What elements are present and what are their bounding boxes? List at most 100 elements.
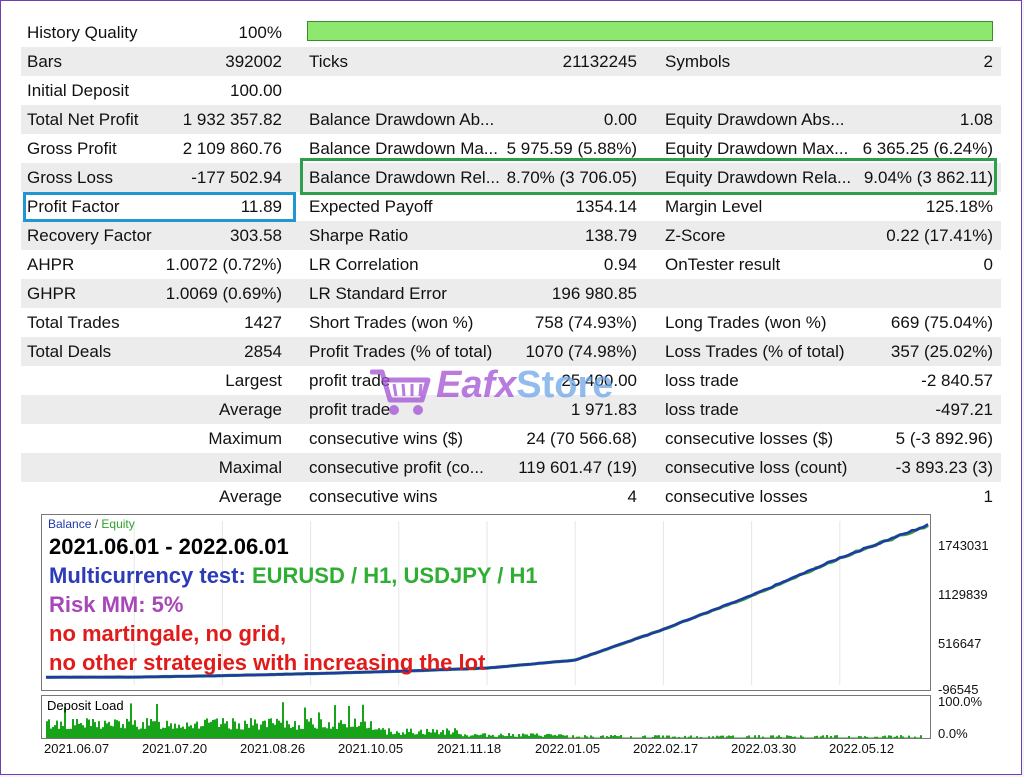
report-cell-c2: 392002 (225, 52, 282, 71)
deposit-load-bar (630, 736, 632, 738)
deposit-load-bar (872, 737, 874, 738)
deposit-load-bar (512, 734, 514, 738)
deposit-load-bar (734, 737, 736, 738)
deposit-load-bar (688, 736, 690, 738)
deposit-load-bar (456, 730, 458, 738)
deposit-load-bar (718, 736, 720, 738)
deposit-load-bar (700, 736, 702, 738)
deposit-y-tick-label: 0.0% (938, 726, 968, 741)
deposit-load-bar (614, 735, 616, 738)
deposit-load-bar (918, 737, 920, 738)
deposit-load-bar (208, 722, 210, 738)
report-cell-c6: 1.08 (959, 110, 993, 129)
deposit-load-bar (676, 737, 678, 738)
deposit-load-bar (624, 737, 626, 738)
deposit-load-bar (108, 721, 110, 738)
deposit-load-bar (844, 737, 846, 738)
deposit-load-bar (758, 735, 760, 738)
deposit-load-bar (200, 726, 202, 738)
balance-equity-chart: Balance / Equity 2021.06.01 - 2022.06.01… (41, 514, 931, 691)
deposit-load-bar (506, 736, 508, 738)
deposit-load-bar (82, 725, 84, 738)
deposit-load-bar (808, 737, 810, 738)
deposit-load-bar (802, 736, 804, 738)
deposit-load-bar (426, 728, 428, 738)
report-row: Total Net Profit 1 932 357.82 Balance Draw… (21, 105, 1001, 134)
deposit-load-bar (180, 727, 182, 738)
report-cell-c4: 0.00 (603, 110, 637, 129)
deposit-load-bar (272, 723, 274, 738)
deposit-load-bar (430, 732, 432, 738)
deposit-load-bar (442, 729, 444, 738)
deposit-load-bar (304, 707, 306, 738)
deposit-load-bar (800, 735, 802, 738)
deposit-load-bar (578, 736, 580, 738)
deposit-load-bar (600, 735, 602, 738)
report-row: AHPR 1.0072 (0.72%) LR Correlation 0.94 OnTe… (21, 250, 1001, 279)
deposit-load-bar (726, 736, 728, 738)
deposit-load-bar (434, 732, 436, 738)
legend-separator: / (94, 517, 99, 531)
deposit-load-bar (558, 734, 560, 738)
deposit-load-bar (450, 734, 452, 738)
deposit-load-bar (908, 735, 910, 738)
deposit-load-bar (158, 721, 160, 738)
deposit-load-bar (728, 735, 730, 738)
deposit-load-bar (266, 727, 268, 738)
deposit-load-bar (412, 733, 414, 738)
deposit-load-bar (244, 720, 246, 738)
deposit-load-bar (234, 721, 236, 738)
deposit-load-bar (626, 737, 628, 738)
deposit-load-bar (454, 728, 456, 738)
deposit-load-bar (690, 735, 692, 738)
deposit-load-bar (566, 735, 568, 738)
deposit-load-bar (696, 736, 698, 738)
deposit-load-bar (132, 724, 134, 738)
deposit-load-bar (140, 728, 142, 738)
deposit-load-bar (220, 724, 222, 738)
deposit-load-bar (66, 728, 68, 738)
deposit-load-bar (94, 722, 96, 738)
deposit-load-bar (138, 729, 140, 738)
legend-balance: Balance (48, 517, 92, 531)
trade-cell-c6: -3 893.23 (3) (895, 458, 993, 477)
deposit-load-bar (480, 734, 482, 738)
deposit-load-bar (154, 721, 156, 738)
deposit-load-bar (858, 736, 860, 738)
trade-cell-r1: Average (218, 400, 282, 419)
annotation-no-martingale: no martingale, no grid, (49, 621, 287, 646)
report-cell-c4: 196 980.85 (551, 284, 637, 303)
deposit-load-bar (346, 727, 348, 738)
deposit-load-bar (60, 721, 62, 738)
deposit-load-bar (832, 737, 834, 738)
deposit-load-bar (440, 732, 442, 738)
deposit-load-bar (698, 737, 700, 738)
deposit-load-bar (760, 737, 762, 738)
deposit-load-bar (612, 735, 614, 738)
deposit-load-bar (386, 734, 388, 738)
deposit-load-bar (228, 728, 230, 738)
deposit-load-bar (276, 718, 278, 738)
deposit-load-bar (856, 737, 858, 738)
deposit-load-bar (820, 736, 822, 738)
deposit-load-bar (482, 733, 484, 738)
deposit-load-bar (634, 737, 636, 738)
deposit-load-bar (840, 737, 842, 738)
deposit-load-bar (366, 728, 368, 738)
deposit-load-bar (298, 725, 300, 738)
deposit-load-bar (572, 735, 574, 738)
deposit-load-bar (348, 705, 350, 738)
deposit-load-bar (216, 718, 218, 738)
report-cell-c2: 1 932 357.82 (182, 110, 282, 129)
report-row: Initial Deposit 100.00 (21, 76, 1001, 105)
deposit-load-bar (784, 737, 786, 738)
deposit-load-bar (328, 722, 330, 738)
deposit-load-bar (670, 737, 672, 738)
deposit-load-bar (886, 737, 888, 738)
deposit-load-bar (416, 734, 418, 738)
deposit-load-bar (254, 719, 256, 738)
annotation-multicurrency-value: EURUSD / H1, USDJPY / H1 (251, 563, 538, 588)
deposit-load-bar (342, 724, 344, 738)
deposit-load-bar (290, 727, 292, 738)
deposit-load-bar (300, 728, 302, 738)
